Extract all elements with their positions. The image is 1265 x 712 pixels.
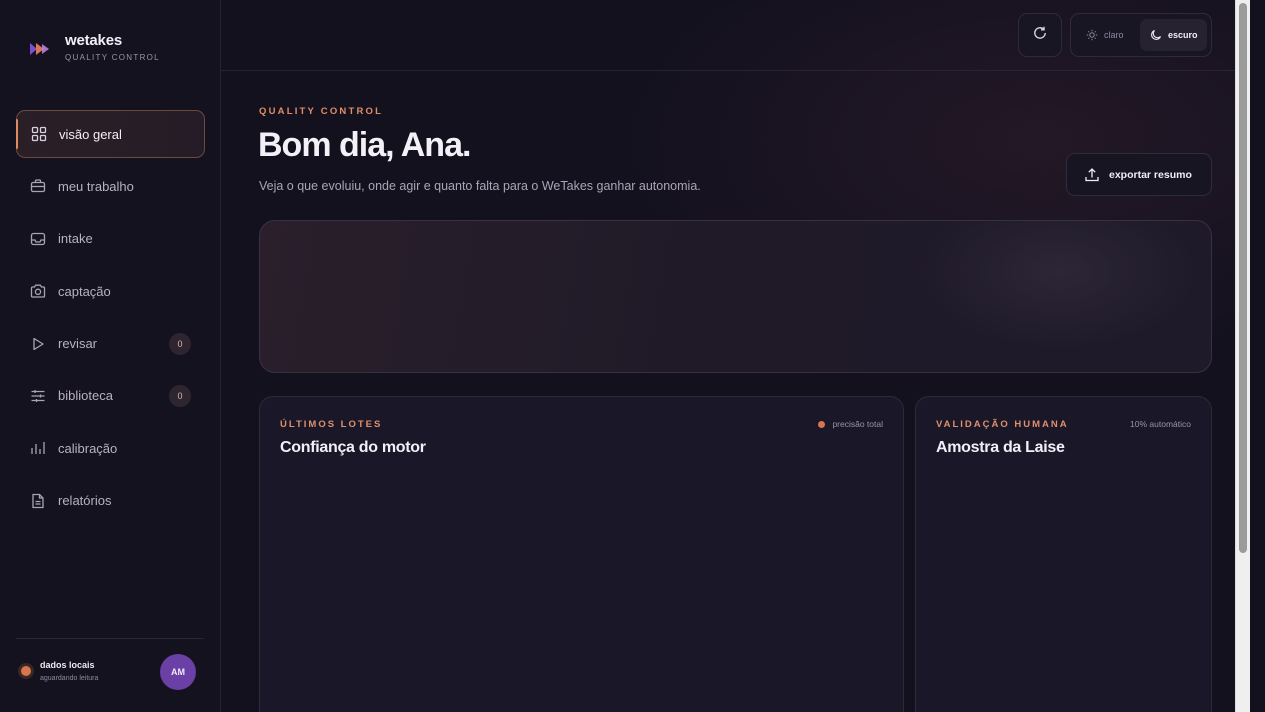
sidebar-item-calibracao[interactable]: calibração xyxy=(16,424,205,472)
inbox-icon xyxy=(30,231,46,247)
validation-panel-title: Amostra da Laise xyxy=(936,439,1065,456)
brand-subtitle: QUALITY CONTROL xyxy=(65,53,160,62)
validation-panel-eyebrow: VALIDAÇÃO HUMANA xyxy=(936,419,1069,430)
sidebar-item-label: meu trabalho xyxy=(58,178,134,194)
sidebar-item-intake[interactable]: intake xyxy=(16,215,205,263)
lots-legend: precisão total xyxy=(818,419,883,429)
page-eyebrow: QUALITY CONTROL xyxy=(259,106,384,117)
validation-panel: VALIDAÇÃO HUMANA Amostra da Laise 10% au… xyxy=(915,396,1212,712)
sidebar-item-meu-trabalho[interactable]: meu trabalho xyxy=(16,162,205,210)
page-title: Bom dia, Ana. xyxy=(258,126,471,164)
sidebar-item-label: biblioteca xyxy=(58,388,113,404)
theme-toggle: claro escuro xyxy=(1070,13,1212,57)
export-summary-button[interactable]: exportar resumo xyxy=(1066,153,1212,196)
biblioteca-count-badge: 0 xyxy=(169,384,191,407)
page-subtitle: Veja o que evoluiu, onde agir e quanto f… xyxy=(259,179,701,193)
sidebar-item-label: captação xyxy=(58,283,111,299)
sidebar-item-visao-geral[interactable]: visão geral xyxy=(16,110,205,158)
sidebar-item-relatorios[interactable]: relatórios xyxy=(16,477,205,525)
export-summary-label: exportar resumo xyxy=(1109,168,1192,181)
main-content: claro escuro QUALITY CONTROL Bom dia, An… xyxy=(221,0,1250,712)
theme-light-option[interactable]: claro xyxy=(1077,19,1139,51)
theme-dark-label: escuro xyxy=(1168,30,1198,40)
validation-meta: 10% automático xyxy=(1130,419,1191,429)
sliders-icon xyxy=(30,388,46,404)
brand-name: wetakes xyxy=(65,32,122,49)
revisar-count-badge: 0 xyxy=(169,332,191,355)
file-icon xyxy=(30,493,46,509)
refresh-icon xyxy=(1032,25,1048,46)
sidebar-nav: visão geral meu trabalho intake captação… xyxy=(16,110,205,529)
camera-icon xyxy=(30,283,46,299)
sidebar-item-label: revisar xyxy=(58,336,98,352)
vertical-scrollbar[interactable] xyxy=(1235,0,1250,712)
moon-icon xyxy=(1151,29,1162,40)
upload-icon xyxy=(1085,167,1099,181)
sidebar-item-label: relatórios xyxy=(58,493,112,509)
status-dot xyxy=(21,666,31,676)
sidebar-item-label: calibração xyxy=(58,440,118,456)
scrollbar-thumb[interactable] xyxy=(1239,3,1247,553)
data-status-title: dados locais xyxy=(40,660,95,670)
topbar: claro escuro xyxy=(221,0,1250,71)
lots-panel-eyebrow: ÚLTIMOS LOTES xyxy=(280,419,383,430)
sidebar-item-label: visão geral xyxy=(59,126,122,142)
play-chevrons-logo-icon xyxy=(28,40,54,58)
sidebar-item-revisar[interactable]: revisar 0 xyxy=(16,320,205,368)
sidebar-footer: dados locais aguardando leitura AM xyxy=(16,638,204,712)
theme-light-label: claro xyxy=(1104,30,1124,40)
hero-card xyxy=(259,220,1212,373)
grid-icon xyxy=(31,126,47,142)
refresh-button[interactable] xyxy=(1018,13,1062,57)
sidebar: wetakes QUALITY CONTROL visão geral meu … xyxy=(0,0,221,712)
play-icon xyxy=(30,336,46,352)
avatar[interactable]: AM xyxy=(160,654,196,690)
brand[interactable]: wetakes QUALITY CONTROL xyxy=(28,32,160,62)
lots-legend-label: precisão total xyxy=(832,419,883,429)
lots-panel: ÚLTIMOS LOTES Confiança do motor precisã… xyxy=(259,396,904,712)
sidebar-item-biblioteca[interactable]: biblioteca 0 xyxy=(16,372,205,420)
legend-dot xyxy=(818,420,826,428)
briefcase-icon xyxy=(30,178,46,194)
sidebar-item-captacao[interactable]: captação xyxy=(16,267,205,315)
lots-panel-title: Confiança do motor xyxy=(280,439,426,456)
sidebar-item-label: intake xyxy=(58,231,93,247)
data-status-subtitle: aguardando leitura xyxy=(40,675,99,682)
theme-dark-option[interactable]: escuro xyxy=(1140,19,1207,51)
sun-icon xyxy=(1086,29,1098,41)
app-root: wetakes QUALITY CONTROL visão geral meu … xyxy=(0,0,1265,712)
bar-chart-icon xyxy=(30,440,46,456)
